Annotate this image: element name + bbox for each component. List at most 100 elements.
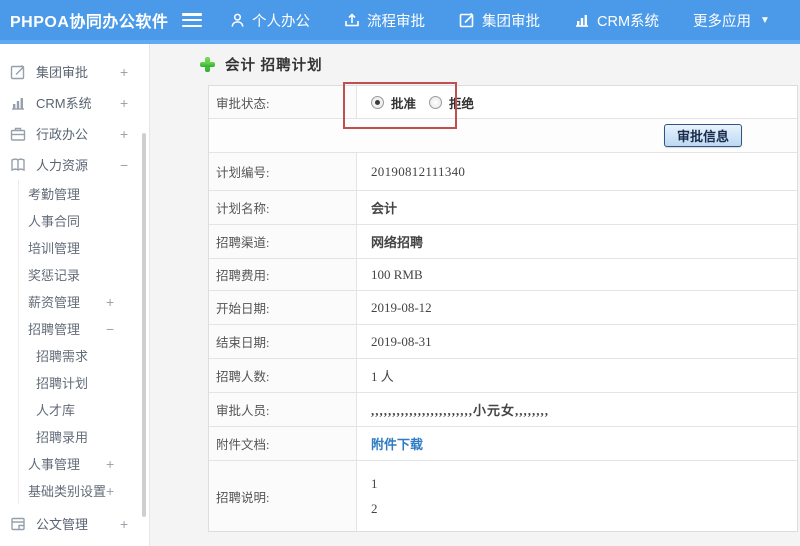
sidebar-label: 招聘管理: [28, 322, 81, 337]
nav-personal-office[interactable]: 个人办公: [230, 10, 310, 31]
radio-approve-label: 批准: [391, 96, 417, 111]
sidebar-label: CRM系统: [36, 96, 92, 111]
table-row-attachment: 附件文档: 附件下载: [209, 427, 797, 461]
sidebar-item-group-approval[interactable]: 集团审批 +: [0, 56, 149, 87]
book-icon: [10, 157, 27, 173]
expand-icon[interactable]: +: [120, 516, 128, 532]
nav-label: 个人办公: [252, 13, 310, 30]
expand-icon[interactable]: +: [120, 95, 128, 111]
nav-more-apps[interactable]: 更多应用 ▼: [693, 10, 770, 31]
sidebar-label: 集团审批: [36, 65, 89, 80]
table-row-approvers: 审批人员: ,,,,,,,,,,,,,,,,,,,,,,,,小元女,,,,,,,…: [209, 393, 797, 427]
expand-icon[interactable]: +: [120, 64, 128, 80]
nav-group-approval[interactable]: 集团审批: [459, 10, 540, 31]
row-label: 审批状态:: [209, 86, 357, 118]
table-row-status: 审批状态: 批准 拒绝: [209, 86, 797, 119]
row-value: 网络招聘: [371, 235, 424, 250]
sidebar-label: 基础类别设置: [28, 484, 107, 499]
sidebar-item-rewards[interactable]: 奖惩记录: [19, 261, 149, 288]
page-title: 会计 招聘计划: [225, 58, 323, 74]
sidebar-label: 人事合同: [28, 214, 81, 229]
sidebar: 集团审批 + CRM系统 + 行政办公 + 人力资源 − 考勤管理 人事合同 培…: [0, 44, 150, 546]
expand-icon[interactable]: +: [120, 126, 128, 142]
sidebar-label: 招聘计划: [36, 376, 89, 391]
expand-icon[interactable]: +: [106, 483, 114, 499]
table-row-plan-name: 计划名称: 会计: [209, 191, 797, 225]
sidebar-label: 行政办公: [36, 127, 89, 142]
sidebar-item-vehicle-mgmt[interactable]: 用车管理 +: [0, 539, 149, 546]
row-label: 附件文档:: [209, 427, 357, 460]
expand-icon[interactable]: −: [120, 157, 128, 173]
sidebar-item-recruit-plan[interactable]: 招聘计划: [19, 369, 149, 396]
table-row-recruit-cost: 招聘费用: 100 RMB: [209, 259, 797, 291]
hr-submenu: 考勤管理 人事合同 培训管理 奖惩记录 薪资管理 + 招聘管理 − 招聘需求 招…: [18, 180, 149, 504]
caret-down-icon: ▼: [760, 14, 770, 26]
sidebar-item-hr[interactable]: 人力资源 −: [0, 149, 149, 180]
radio-approve[interactable]: 批准: [371, 93, 416, 112]
menu-icon[interactable]: [182, 13, 202, 27]
add-plus-icon[interactable]: [200, 57, 215, 72]
sidebar-label: 奖惩记录: [28, 268, 81, 283]
sidebar-item-base-category[interactable]: 基础类别设置 +: [19, 477, 149, 504]
briefcase-icon: [10, 126, 27, 142]
expand-icon[interactable]: +: [106, 456, 114, 472]
row-label: 审批人员:: [209, 393, 357, 426]
sidebar-scrollbar[interactable]: [142, 133, 146, 517]
nav-flow-approval[interactable]: 流程审批: [344, 10, 425, 31]
table-row-end-date: 结束日期: 2019-08-31: [209, 325, 797, 359]
app-title: PHPOA协同办公软件: [10, 14, 169, 31]
sidebar-item-salary[interactable]: 薪资管理 +: [19, 288, 149, 315]
document-icon: [10, 516, 27, 532]
row-value: 1 人: [371, 369, 394, 384]
sidebar-item-personnel-mgmt[interactable]: 人事管理 +: [19, 450, 149, 477]
person-icon: [230, 12, 245, 28]
nav-label: 集团审批: [482, 13, 540, 30]
edit-square-icon: [459, 12, 475, 28]
row-value: 2019-08-31: [371, 333, 432, 349]
attachment-download-link[interactable]: 附件下载: [371, 434, 423, 453]
row-label: 招聘渠道:: [209, 225, 357, 258]
edit-square-icon: [10, 64, 27, 80]
sidebar-item-recruit-demand[interactable]: 招聘需求: [19, 342, 149, 369]
description-lines: 1 2: [357, 464, 378, 529]
nav-label: 流程审批: [367, 13, 425, 30]
expand-icon[interactable]: −: [106, 321, 114, 337]
sidebar-item-recruit-mgmt[interactable]: 招聘管理 −: [19, 315, 149, 342]
sidebar-item-document-mgmt[interactable]: 公文管理 +: [0, 508, 149, 539]
sidebar-item-recruit-hire[interactable]: 招聘录用: [19, 423, 149, 450]
sidebar-item-hr-contract[interactable]: 人事合同: [19, 207, 149, 234]
nav-label: CRM系统: [597, 13, 660, 30]
radio-reject-button[interactable]: [429, 95, 443, 109]
sidebar-item-admin-office[interactable]: 行政办公 +: [0, 118, 149, 149]
nav-crm[interactable]: CRM系统: [574, 10, 659, 31]
approve-info-button[interactable]: 审批信息: [663, 124, 742, 147]
bar-chart-icon: [10, 95, 27, 111]
table-row-plan-number: 计划编号: 20190812111340: [209, 153, 797, 191]
sidebar-item-attendance[interactable]: 考勤管理: [19, 180, 149, 207]
row-label: 结束日期:: [209, 325, 357, 358]
sidebar-label: 人力资源: [36, 158, 89, 173]
row-label: 招聘人数:: [209, 359, 357, 392]
sidebar-item-crm[interactable]: CRM系统 +: [0, 87, 149, 118]
radio-reject-label: 拒绝: [449, 96, 475, 111]
flow-approve-icon: [344, 12, 360, 28]
sidebar-label: 招聘需求: [36, 349, 89, 364]
sidebar-label: 薪资管理: [28, 295, 81, 310]
row-value: 100 RMB: [371, 266, 423, 282]
table-row-headcount: 招聘人数: 1 人: [209, 359, 797, 393]
row-value: 2019-08-12: [371, 299, 432, 315]
expand-icon[interactable]: +: [106, 294, 114, 310]
description-line: 2: [371, 500, 378, 516]
top-bar: PHPOA协同办公软件 个人办公 流程审批 集团审批 CRM系统 更多应用 ▼: [0, 0, 800, 40]
nav-label: 更多应用: [693, 13, 752, 30]
sidebar-label: 培训管理: [28, 241, 81, 256]
row-label: 招聘说明:: [209, 461, 357, 531]
bar-chart-icon: [574, 12, 590, 28]
table-row-start-date: 开始日期: 2019-08-12: [209, 291, 797, 325]
sidebar-item-talent-pool[interactable]: 人才库: [19, 396, 149, 423]
row-value: 会计: [371, 201, 398, 216]
radio-approve-button[interactable]: [371, 95, 384, 109]
sidebar-item-training[interactable]: 培训管理: [19, 234, 149, 261]
radio-reject[interactable]: 拒绝: [429, 93, 474, 112]
table-row-recruit-channel: 招聘渠道: 网络招聘: [209, 225, 797, 259]
